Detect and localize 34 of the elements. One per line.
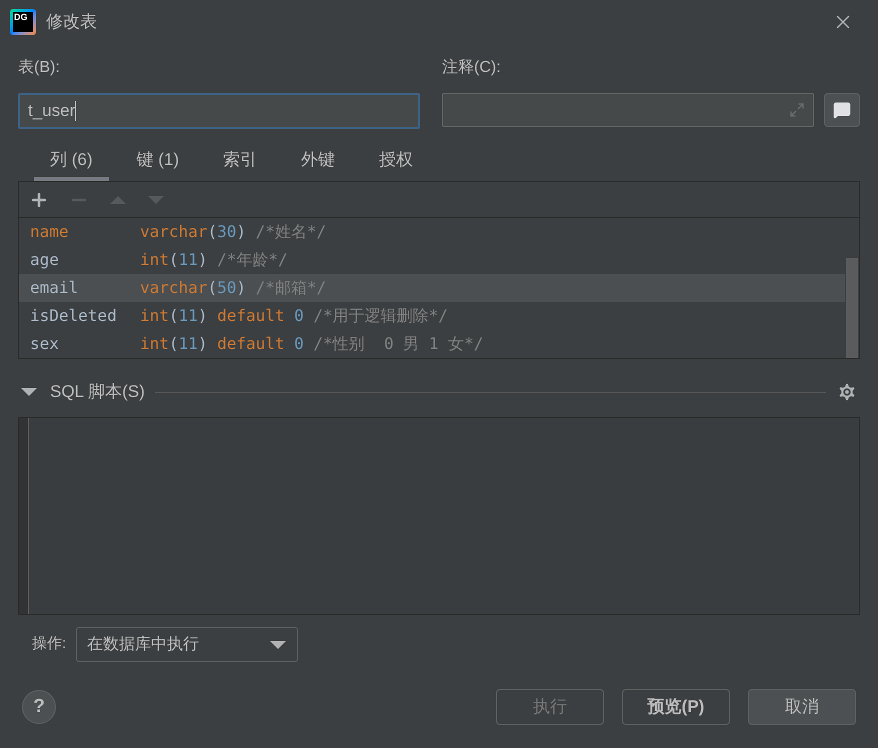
- table-label: 表(B):: [18, 58, 61, 78]
- column-name: age: [30, 249, 60, 271]
- app-logo-icon: DG: [10, 9, 36, 35]
- tab[interactable]: 索引: [207, 143, 273, 181]
- tab[interactable]: 键 (1): [120, 143, 195, 181]
- speech-bubble-icon: [833, 101, 851, 119]
- column-row[interactable]: isDeleted int(11) default 0 /*用于逻辑删除*/: [19, 302, 845, 330]
- column-definition: int(11) /*年龄*/: [140, 249, 288, 271]
- comment-button[interactable]: [824, 93, 860, 127]
- column-name: name: [30, 221, 70, 243]
- sql-section-toggle[interactable]: SQL 脚本(S): [20, 379, 145, 405]
- column-row[interactable]: sex int(11) default 0 /*性别 0 男 1 女*/: [19, 330, 845, 358]
- action-dropdown[interactable]: 在数据库中执行: [76, 627, 298, 662]
- column-name: email: [30, 277, 80, 299]
- table-name-field[interactable]: t_user: [18, 93, 420, 129]
- column-name: isDeleted: [30, 305, 118, 327]
- tab[interactable]: 外键: [285, 143, 351, 181]
- dialog-button[interactable]: 预览(P): [622, 689, 730, 725]
- column-definition: varchar(30) /*姓名*/: [140, 221, 326, 243]
- column-definition: int(11) default 0 /*用于逻辑删除*/: [140, 305, 448, 327]
- action-label: 操作:: [32, 634, 66, 654]
- column-row[interactable]: name varchar(30) /*姓名*/: [19, 218, 845, 246]
- expand-icon[interactable]: [789, 102, 805, 118]
- column-row[interactable]: age int(11) /*年龄*/: [19, 246, 845, 274]
- caret-icon[interactable]: [20, 387, 38, 397]
- column-definition: int(11) default 0 /*性别 0 男 1 女*/: [140, 333, 484, 355]
- comment-label: 注释(C):: [442, 58, 502, 78]
- window-title: 修改表: [46, 11, 97, 34]
- help-button[interactable]: ?: [22, 690, 56, 724]
- dialog-button[interactable]: 取消: [748, 689, 856, 725]
- dropdown-caret-icon[interactable]: [269, 640, 288, 650]
- scrollbar-thumb[interactable]: [846, 258, 858, 358]
- column-name: sex: [30, 333, 60, 355]
- tab[interactable]: 授权: [363, 143, 429, 181]
